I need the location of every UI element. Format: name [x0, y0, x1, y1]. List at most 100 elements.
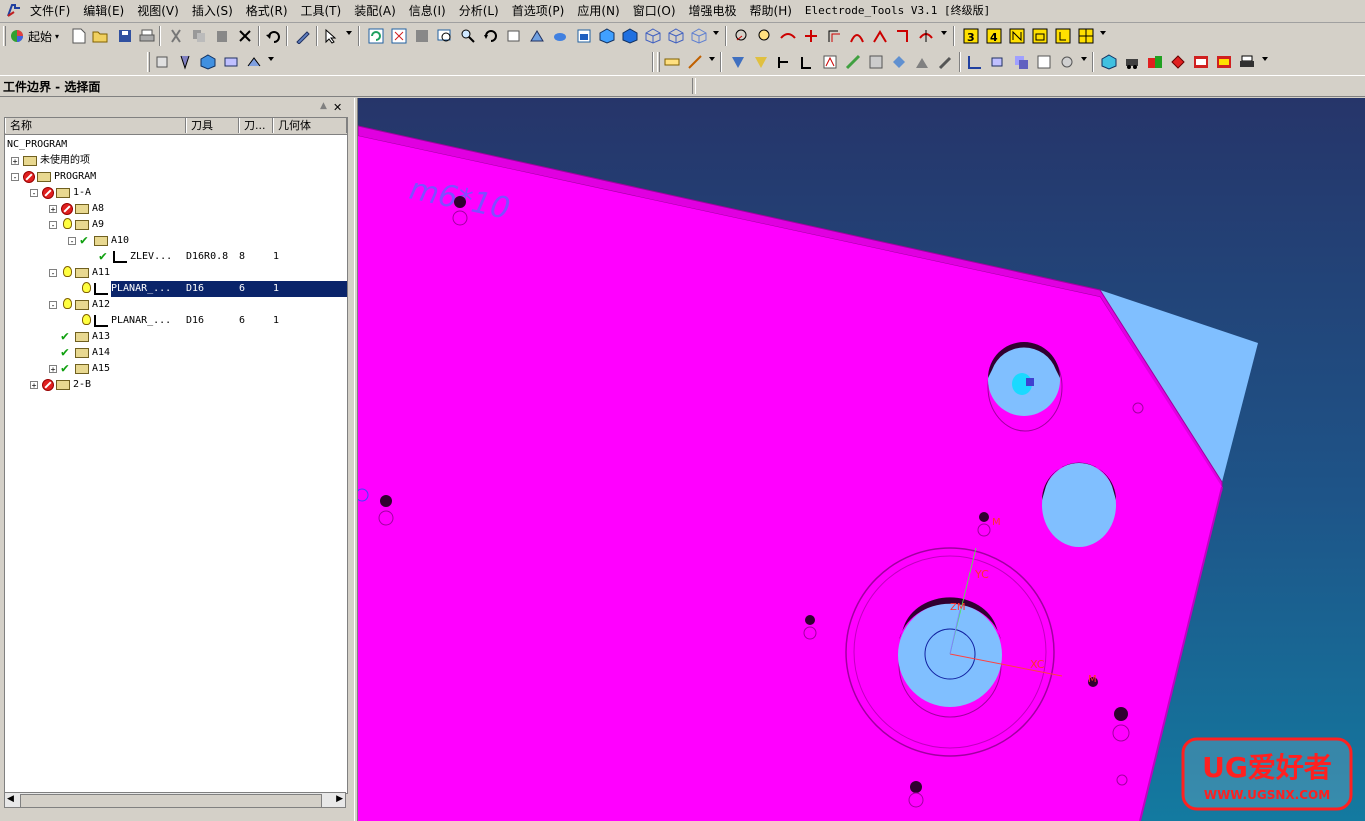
- operation-row[interactable]: PLANAR_... D16 6 1: [5, 313, 347, 329]
- create-geometry-icon[interactable]: [199, 53, 217, 71]
- create-dropdown-icon[interactable]: [268, 57, 274, 61]
- edit-object-icon[interactable]: [294, 27, 312, 45]
- tree-node[interactable]: ✔ A14: [5, 345, 347, 361]
- bridge-curve-icon[interactable]: [848, 27, 866, 45]
- tree-node[interactable]: - PROGRAM: [5, 169, 347, 185]
- replay-path-icon[interactable]: [752, 53, 770, 71]
- column-name[interactable]: 名称: [5, 118, 186, 133]
- expand-icon[interactable]: +: [49, 365, 57, 374]
- film-icon[interactable]: [1192, 53, 1210, 71]
- collapse-icon[interactable]: -: [49, 221, 57, 230]
- tool-grid-icon[interactable]: [1077, 27, 1095, 45]
- collapse-icon[interactable]: -: [49, 301, 57, 310]
- feeds-icon[interactable]: [913, 53, 931, 71]
- create-method-icon[interactable]: [222, 53, 240, 71]
- verify-path-icon[interactable]: [798, 53, 816, 71]
- copy-icon[interactable]: [190, 27, 208, 45]
- toolbar-grip[interactable]: [3, 26, 6, 46]
- menu-item[interactable]: 窗口(O): [633, 3, 685, 19]
- new-file-icon[interactable]: [70, 27, 88, 45]
- scroll-left-icon[interactable]: ◀: [7, 794, 14, 804]
- gouge-check-icon[interactable]: [844, 53, 862, 71]
- list-path-icon[interactable]: [775, 53, 793, 71]
- menu-item[interactable]: Electrode_Tools V3.1 [终级版]: [805, 3, 999, 19]
- object-dropdown-icon[interactable]: [1081, 57, 1087, 61]
- menu-item[interactable]: 编辑(E): [83, 3, 133, 19]
- tree-node[interactable]: - ✔ A10: [5, 233, 347, 249]
- printer-icon[interactable]: [1238, 53, 1256, 71]
- generate-path-icon[interactable]: [729, 53, 747, 71]
- tree-node[interactable]: - 1-A: [5, 185, 347, 201]
- simulate-icon[interactable]: [821, 53, 839, 71]
- path-dropdown-icon[interactable]: [709, 57, 715, 61]
- tool-3-icon[interactable]: 3: [962, 27, 980, 45]
- expand-icon[interactable]: +: [11, 157, 19, 166]
- create-program-icon[interactable]: [153, 53, 171, 71]
- menu-item[interactable]: 视图(V): [137, 3, 188, 19]
- transform-icon[interactable]: [989, 53, 1007, 71]
- path-display-icon[interactable]: [663, 53, 681, 71]
- camera-icon[interactable]: [551, 27, 569, 45]
- tools-dropdown-icon[interactable]: [1100, 31, 1106, 35]
- menu-item[interactable]: 增强电极: [689, 3, 746, 19]
- tree-node[interactable]: NC_PROGRAM: [5, 137, 347, 153]
- wireframe-icon[interactable]: [644, 27, 662, 45]
- zoom-icon[interactable]: [459, 27, 477, 45]
- select-dropdown-icon[interactable]: [346, 31, 352, 35]
- wireframe-hidden-icon[interactable]: [667, 27, 685, 45]
- undo-icon[interactable]: [264, 27, 282, 45]
- menu-item[interactable]: 插入(S): [192, 3, 242, 19]
- cut-icon[interactable]: [167, 27, 185, 45]
- shaded-view-icon[interactable]: [413, 27, 431, 45]
- graphics-window[interactable]: m6*10: [358, 98, 1365, 821]
- menu-item[interactable]: 分析(L): [459, 3, 508, 19]
- property-icon[interactable]: [1058, 53, 1076, 71]
- tree-node[interactable]: +2-B: [5, 377, 347, 393]
- tree-node[interactable]: + A8: [5, 201, 347, 217]
- pan-icon[interactable]: [505, 27, 523, 45]
- collapse-icon[interactable]: -: [49, 269, 57, 278]
- model-view[interactable]: m6*10: [358, 98, 1365, 821]
- info-icon[interactable]: [1035, 53, 1053, 71]
- flag-icon[interactable]: [1169, 53, 1187, 71]
- expand-icon[interactable]: +: [30, 381, 38, 390]
- wireframe-dim-icon[interactable]: [690, 27, 708, 45]
- tree-node[interactable]: ✔ A13: [5, 329, 347, 345]
- tree-node[interactable]: - A12: [5, 297, 347, 313]
- misc-dropdown-icon[interactable]: [1262, 57, 1268, 61]
- rotate-icon[interactable]: [482, 27, 500, 45]
- color-blocks-icon[interactable]: [1146, 53, 1164, 71]
- select-icon[interactable]: [322, 27, 340, 45]
- view-cube-icon[interactable]: [621, 27, 639, 45]
- curve-icon[interactable]: [779, 27, 797, 45]
- delete-icon[interactable]: [236, 27, 254, 45]
- collapse-icon[interactable]: -: [68, 237, 76, 246]
- postprocess-icon[interactable]: [867, 53, 885, 71]
- view-dropdown-icon[interactable]: [713, 31, 719, 35]
- split-curve-icon[interactable]: [917, 27, 935, 45]
- copy-path-icon[interactable]: [1012, 53, 1030, 71]
- refresh-view-icon[interactable]: [367, 27, 385, 45]
- object-display-icon[interactable]: [966, 53, 984, 71]
- tree-node[interactable]: + 未使用的项: [5, 153, 347, 169]
- close-icon[interactable]: ✕: [333, 101, 342, 114]
- trim-curve-icon[interactable]: [894, 27, 912, 45]
- shop-doc-icon[interactable]: [890, 53, 908, 71]
- fit-view-icon[interactable]: [390, 27, 408, 45]
- orient-view-icon[interactable]: [528, 27, 546, 45]
- tool-electrode-icon[interactable]: [1054, 27, 1072, 45]
- paste-icon[interactable]: [213, 27, 231, 45]
- tool-n-icon[interactable]: [1008, 27, 1026, 45]
- analyze-icon[interactable]: [733, 27, 751, 45]
- scroll-right-icon[interactable]: ▶: [336, 794, 343, 804]
- create-tool-icon[interactable]: [176, 53, 194, 71]
- collapse-icon[interactable]: -: [30, 189, 38, 198]
- zoom-window-icon[interactable]: [436, 27, 454, 45]
- tree-node[interactable]: + ✔ A15: [5, 361, 347, 377]
- horizontal-scrollbar[interactable]: ◀ ▶: [4, 792, 346, 808]
- toolbar-grip-2[interactable]: [147, 52, 150, 72]
- column-geometry[interactable]: 几何体: [273, 118, 347, 133]
- collapse-icon[interactable]: -: [11, 173, 19, 182]
- scroll-thumb[interactable]: [20, 794, 322, 808]
- tree-node[interactable]: - A11: [5, 265, 347, 281]
